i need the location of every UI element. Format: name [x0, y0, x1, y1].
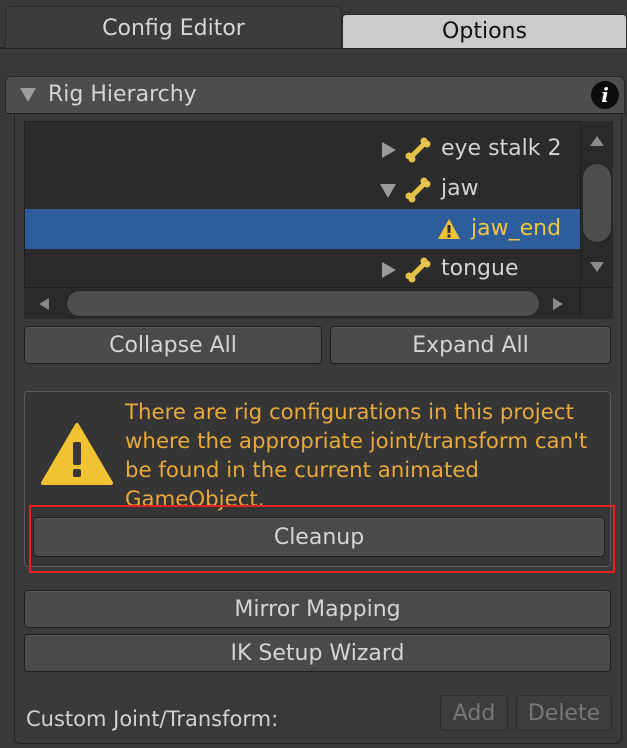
tab-config-editor[interactable]: Config Editor	[5, 6, 342, 48]
tree-row-tongue[interactable]: tongue	[25, 249, 581, 289]
horizontal-scrollbar[interactable]	[24, 287, 580, 319]
scroll-right-icon[interactable]	[552, 297, 564, 311]
mirror-mapping-button[interactable]: Mirror Mapping	[24, 590, 611, 628]
scroll-left-icon[interactable]	[38, 297, 50, 311]
scroll-up-icon[interactable]	[589, 135, 605, 147]
tree-row-label: eye stalk 2	[441, 136, 562, 161]
ik-setup-wizard-button[interactable]: IK Setup Wizard	[24, 634, 611, 672]
tree-row-jaw[interactable]: jaw	[25, 169, 581, 209]
custom-joint-label: Custom Joint/Transform:	[26, 707, 279, 731]
tab-options[interactable]: Options	[342, 14, 627, 48]
vertical-scroll-thumb[interactable]	[582, 163, 612, 243]
info-icon[interactable]: i	[591, 81, 619, 109]
foldout-open-icon[interactable]	[19, 87, 37, 107]
expand-all-button[interactable]: Expand All	[330, 326, 611, 364]
warning-icon	[438, 219, 460, 239]
bone-icon	[405, 137, 431, 163]
bone-icon	[405, 257, 431, 283]
delete-button[interactable]: Delete	[516, 695, 612, 731]
bone-icon	[405, 177, 431, 203]
tree-row-eye-stalk-2[interactable]: eye stalk 2	[25, 129, 581, 169]
tree-row-label: jaw	[441, 176, 479, 201]
foldout-open-icon[interactable]	[379, 183, 397, 199]
scroll-down-icon[interactable]	[589, 261, 605, 273]
collapse-all-button[interactable]: Collapse All	[24, 326, 322, 364]
scrollbar-corner	[580, 287, 613, 319]
foldout-closed-icon[interactable]	[381, 261, 397, 279]
foldout-closed-icon[interactable]	[381, 141, 397, 159]
tree-row-jaw-end[interactable]: jaw_end	[25, 209, 581, 249]
horizontal-scroll-thumb[interactable]	[66, 290, 540, 317]
section-title: Rig Hierarchy	[48, 82, 197, 107]
highlight-box	[29, 505, 615, 573]
warning-message: There are rig configurations in this pro…	[125, 400, 588, 512]
warning-icon	[41, 422, 113, 490]
vertical-scrollbar[interactable]	[580, 121, 613, 287]
tree-row-label: tongue	[441, 256, 519, 281]
tree-row-label: jaw_end	[471, 216, 562, 241]
add-button[interactable]: Add	[440, 695, 508, 731]
